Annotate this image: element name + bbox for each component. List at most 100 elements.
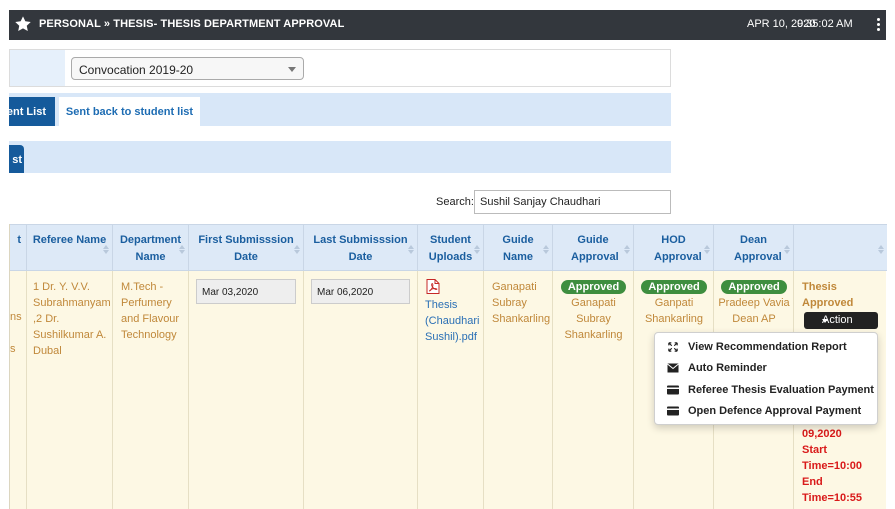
action-dropdown-menu: View Recommendation Report Auto Reminder… (654, 332, 878, 425)
column-header-hod-approval[interactable]: HOD Approval (634, 225, 714, 271)
table-cell-guide-approval: Approved Ganapati Subray Shankarling (553, 271, 634, 509)
table-cell-first-submission-date: Mar 03,2020 (189, 271, 304, 509)
menu-item-open-defence-approval-payment[interactable]: Open Defence Approval Payment (667, 403, 872, 421)
column-header-student-uploads[interactable]: Student Uploads (418, 225, 484, 271)
guide-name-line: Shankarling (492, 313, 551, 325)
dean-approver-line: Dean AP (732, 313, 776, 325)
tab-student-list-label: ent List (9, 106, 46, 118)
status-badge: Approved (641, 280, 707, 294)
column-header-first-submission-date[interactable]: First Submisssion Date (189, 225, 304, 271)
menu-item-referee-thesis-evaluation-payment[interactable]: Referee Thesis Evaluation Payment (667, 382, 874, 400)
sort-icon (474, 245, 480, 255)
guide-approver-line: Ganapati (571, 297, 616, 309)
department-line: M.Tech - (121, 281, 164, 293)
action-button[interactable]: Action (804, 312, 878, 329)
guide-name-line: Ganapati (492, 281, 537, 293)
guide-name-line: Subray (492, 297, 527, 309)
sub-tabs-bar: st (9, 141, 671, 173)
convocation-select[interactable]: Convocation 2019-20 (71, 57, 304, 80)
schedule-line: Time=10:00 (802, 460, 863, 472)
column-header-dean-approval[interactable]: Dean Approval (714, 225, 794, 271)
sort-icon (294, 245, 300, 255)
star-icon[interactable] (14, 15, 32, 33)
table-cell-student-uploads: Thesis (Chaudhari Sushil).pdf (418, 271, 484, 509)
tab-sent-back-to-student-list[interactable]: Sent back to student list (59, 97, 200, 126)
convocation-select-value: Convocation 2019-20 (79, 63, 194, 77)
page-breadcrumb: PERSONAL » THESIS- THESIS DEPARTMENT APP… (39, 18, 345, 30)
sort-icon (624, 245, 630, 255)
column-header-guide-name[interactable]: Guide Name (484, 225, 553, 271)
thesis-pdf-link[interactable]: Sushil).pdf (425, 329, 477, 345)
hod-approver-line: Ganpati (654, 297, 694, 309)
thesis-status-line: Approved (802, 297, 854, 309)
table-cell-department-name: M.Tech - Perfumery and Flavour Technolog… (113, 271, 189, 509)
sort-icon (543, 245, 549, 255)
menu-item-auto-reminder[interactable]: Auto Reminder (667, 360, 867, 378)
sort-icon (408, 245, 414, 255)
department-line: Perfumery (121, 297, 172, 309)
thesis-pdf-link[interactable]: Thesis (425, 297, 457, 313)
schedule-line: End (802, 476, 823, 488)
department-line: and Flavour (121, 313, 180, 325)
sort-icon (878, 245, 884, 255)
status-badge: Approved (721, 280, 787, 294)
sort-icon (784, 245, 790, 255)
envelope-icon (667, 363, 679, 373)
menu-item-label: View Recommendation Report (688, 341, 847, 353)
chevron-down-icon (288, 67, 296, 72)
tab-student-list[interactable]: ent List (9, 97, 55, 126)
thesis-status-line: Thesis (802, 281, 837, 293)
search-input[interactable] (474, 190, 671, 214)
table-cell-fragment: ns s (10, 271, 27, 509)
referee-line: Dubal (33, 345, 62, 357)
kebab-menu-icon[interactable] (875, 17, 881, 33)
cell-fragment-line: ns (10, 311, 22, 323)
table-cell-last-submission-date: Mar 06,2020 (304, 271, 418, 509)
last-submission-date-field[interactable]: Mar 06,2020 (311, 279, 410, 304)
table-cell-referee-name: 1 Dr. Y. V.V. Subrahmanyam ,2 Dr. Sushil… (27, 271, 113, 509)
credit-card-icon (667, 385, 679, 395)
referee-line: 1 Dr. Y. V.V. (33, 281, 90, 293)
sort-icon (179, 245, 185, 255)
header-time: 9:35:02 AM (797, 18, 853, 30)
column-header-last-submission-date[interactable]: Last Submisssion Date (304, 225, 418, 271)
tabs-bar: ent List Sent back to student list (9, 93, 671, 126)
menu-item-label: Auto Reminder (688, 362, 767, 374)
schedule-line: 09,2020 (802, 428, 842, 440)
column-header-0[interactable]: t (10, 225, 27, 271)
thesis-pdf-link[interactable]: (Chaudhari (425, 313, 479, 329)
schedule-line: Time=10:55 (802, 492, 863, 504)
table-cell-guide-name: Ganapati Subray Shankarling (484, 271, 553, 509)
cell-fragment-line: s (10, 343, 16, 355)
caret-down-icon (822, 319, 828, 323)
hod-approver-line: Shankarling (644, 313, 704, 325)
pdf-file-icon[interactable] (426, 279, 440, 294)
guide-approver-line: Shankarling (564, 329, 623, 341)
guide-approver-line: Subray (576, 313, 611, 325)
top-bar: PERSONAL » THESIS- THESIS DEPARTMENT APP… (9, 10, 886, 40)
table-header: t Referee Name Department Name First Sub… (10, 224, 887, 271)
filter-label-area (10, 50, 65, 86)
department-line: Technology (121, 329, 177, 341)
schedule-line: Start (802, 444, 828, 456)
referee-line: Subrahmanyam (33, 297, 111, 309)
sub-tab-list[interactable]: st (9, 145, 24, 173)
dean-approver-line: Pradeep Vavia (718, 297, 790, 309)
referee-line: ,2 Dr. (33, 313, 60, 325)
column-header-referee-name[interactable]: Referee Name (27, 225, 113, 271)
menu-item-label: Referee Thesis Evaluation Payment (688, 384, 874, 396)
column-header-status[interactable] (794, 225, 887, 271)
menu-item-label: Open Defence Approval Payment (688, 405, 862, 417)
referee-line: Sushilkumar A. (33, 329, 107, 341)
expand-icon (668, 342, 678, 352)
first-submission-date-field[interactable]: Mar 03,2020 (196, 279, 296, 304)
sort-icon (103, 245, 109, 255)
column-header-guide-approval[interactable]: Guide Approval (553, 225, 634, 271)
search-label: Search: (436, 196, 474, 208)
menu-item-view-recommendation-report[interactable]: View Recommendation Report (667, 339, 867, 357)
filter-panel: Convocation 2019-20 (9, 49, 671, 87)
credit-card-icon (667, 406, 679, 416)
status-badge: Approved (561, 280, 626, 294)
column-header-department-name[interactable]: Department Name (113, 225, 189, 271)
sort-icon (704, 245, 710, 255)
